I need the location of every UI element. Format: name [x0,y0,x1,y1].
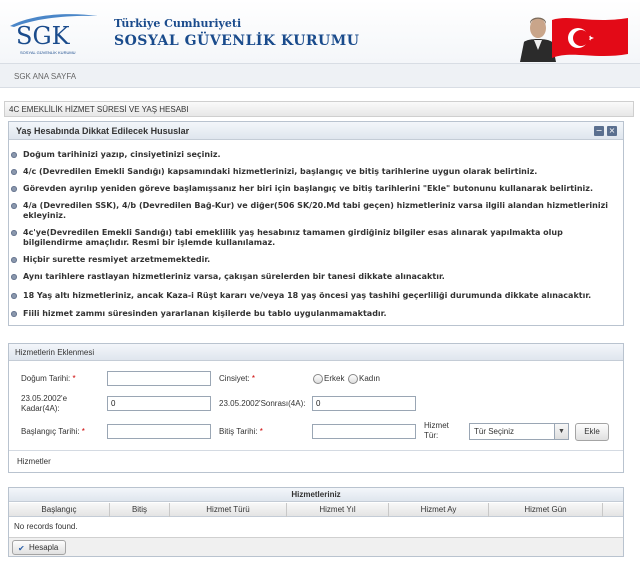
service-form-header: Hizmetlerin Eklenmesi [9,344,623,361]
col-header-end[interactable]: Bitiş [110,503,170,517]
bullet-icon [11,169,17,175]
service-before-label-line1: 23.05.2002'e [21,394,68,403]
turkish-flag-icon [552,18,628,58]
top-nav: SGK ANA SAYFA [0,64,640,88]
services-grid-header: Başlangıç Bitiş Hizmet Türü Hizmet Yıl H… [9,503,623,517]
service-form-title: Hizmetlerin Eklenmesi [15,348,95,357]
list-item: Görevden ayrılıp yeniden göreve başlamış… [11,184,613,194]
services-grid-footer: ✔ Hesapla [9,537,623,556]
minus-icon[interactable]: − [594,126,604,136]
gender-female-radio[interactable] [348,374,358,384]
end-date-label: Bitiş Tarihi: * [219,427,263,436]
services-label: Hizmetler [17,457,51,466]
page-title: 4C EMEKLİLİK HİZMET SÜRESİ VE YAŞ HESABI [9,105,189,114]
service-type-select[interactable]: Tür Seçiniz ▼ [469,423,569,440]
gender-male-label[interactable]: Erkek [324,374,344,384]
info-panel-header: Yaş Hesabında Dikkat Edilecek Hususlar −… [9,122,623,140]
calculate-button[interactable]: ✔ Hesapla [12,540,66,555]
page-title-bar: 4C EMEKLİLİK HİZMET SÜRESİ VE YAŞ HESABI [4,101,634,117]
list-item: Hiçbir surette resmiyet arzetmemektedir. [11,255,613,265]
service-after-2002-input[interactable] [312,396,416,411]
col-header-spacer [603,503,623,517]
col-header-month[interactable]: Hizmet Ay [389,503,489,517]
col-header-type[interactable]: Hizmet Türü [170,503,287,517]
list-item: 4/c (Devredilen Emekli Sandığı) kapsamın… [11,167,613,177]
bullet-icon [11,203,17,209]
list-item: 4c'ye(Devredilen Emekli Sandığı) tabi em… [11,228,613,248]
service-before-2002-input[interactable] [107,396,211,411]
bullet-icon [11,230,17,236]
header-subtitle: Türkiye Cumhuriyeti [114,17,242,30]
info-panel-title: Yaş Hesabında Dikkat Edilecek Hususlar [16,126,190,136]
gender-label: Cinsiyet: * [219,374,256,383]
header-title: SOSYAL GÜVENLİK KURUMU [114,33,360,49]
col-header-year[interactable]: Hizmet Yıl [287,503,389,517]
logo-subtitle: SOSYAL GÜVENLİK KURUMU [20,50,76,55]
bullet-icon [11,152,17,158]
service-before-label-line2: Kadar(4A): [21,404,60,413]
col-header-day[interactable]: Hizmet Gün [489,503,603,517]
services-grid: Hizmetleriniz Başlangıç Bitiş Hizmet Tür… [8,487,624,557]
site-header: SGK SOSYAL GÜVENLİK KURUMU Türkiye Cumhu… [0,0,640,64]
gender-female-label[interactable]: Kadın [359,374,380,384]
empty-message: No records found. [14,522,78,531]
birth-date-input[interactable] [107,371,211,386]
info-panel: Yaş Hesabında Dikkat Edilecek Hususlar −… [8,121,624,326]
add-button[interactable]: Ekle [575,423,609,441]
start-date-label: Başlangıç Tarihi: * [21,427,85,436]
checkmark-icon: ✔ [18,544,25,553]
service-type-label-line1: Hizmet [424,421,449,430]
services-grid-title: Hizmetleriniz [9,488,623,502]
gender-male-radio[interactable] [313,374,323,384]
sgk-logo[interactable]: SGK SOSYAL GÜVENLİK KURUMU [8,12,100,56]
list-item: Aynı tarihlere rastlayan hizmetleriniz v… [11,272,613,282]
list-item: 4/a (Devredilen SSK), 4/b (Devredilen Ba… [11,201,613,221]
chevron-down-icon[interactable]: ▼ [554,424,568,439]
form-divider [9,450,623,451]
start-date-input[interactable] [107,424,211,439]
birth-date-label: Doğum Tarihi: * [21,374,76,383]
end-date-input[interactable] [312,424,416,439]
service-after-label: 23.05.2002'Sonrası(4A): [219,399,306,408]
service-type-label-line2: Tür: [424,431,439,440]
service-form-panel: Hizmetlerin Eklenmesi Doğum Tarihi: * Ci… [8,343,624,473]
col-header-start[interactable]: Başlangıç [9,503,110,517]
bullet-icon [11,257,17,263]
nav-home-link[interactable]: SGK ANA SAYFA [14,72,76,81]
bullet-icon [11,311,17,317]
logo-text: SGK [16,22,70,50]
list-item: Doğum tarihinizi yazıp, cinsiyetinizi se… [11,150,613,160]
close-icon[interactable]: × [607,126,617,136]
bullet-icon [11,293,17,299]
bullet-icon [11,186,17,192]
list-item: 18 Yaş altı hizmetleriniz, ancak Kaza-i … [11,291,613,301]
list-item: Fiili hizmet zammı süresinden yararlanan… [11,309,613,319]
bullet-icon [11,274,17,280]
